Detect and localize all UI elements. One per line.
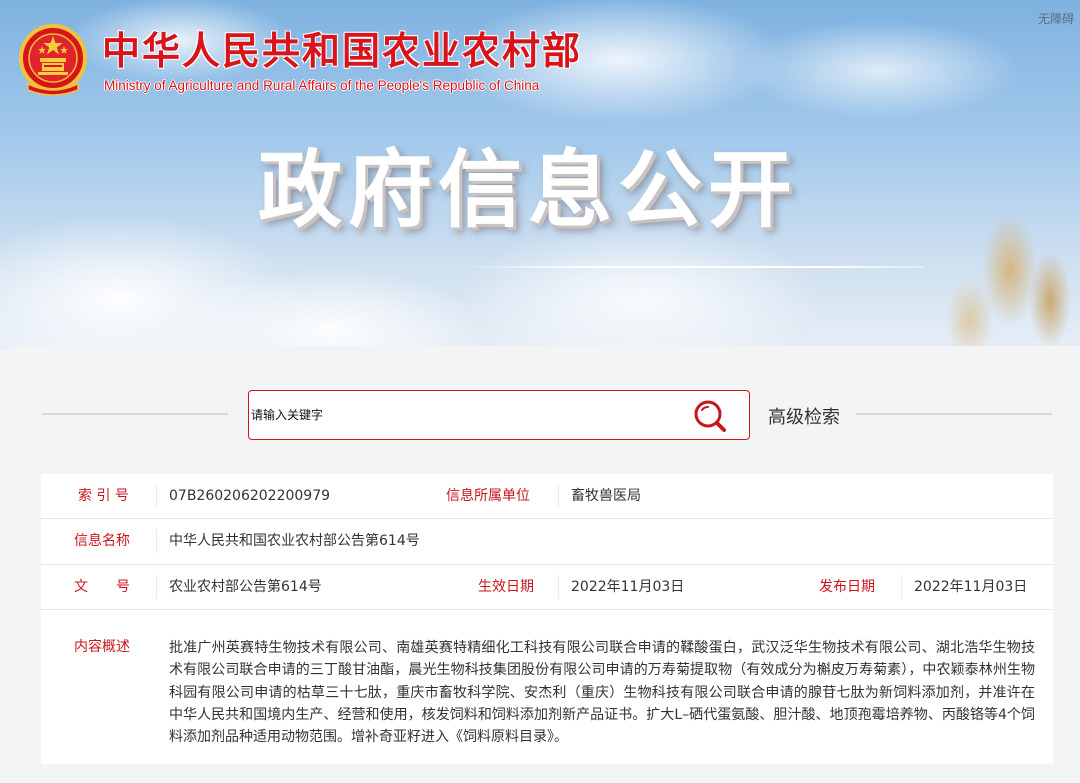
national-emblem-icon[interactable] bbox=[18, 22, 88, 98]
divider bbox=[558, 484, 559, 508]
ministry-name-english: Ministry of Agriculture and Rural Affair… bbox=[104, 78, 540, 93]
wheat-decoration bbox=[880, 150, 1080, 350]
table-row: 信息名称 中华人民共和国农业农村部公告第614号 bbox=[41, 519, 1053, 565]
ministry-name[interactable]: 中华人民共和国农业农村部 bbox=[102, 28, 582, 74]
publish-date-label: 发布日期 bbox=[819, 579, 875, 595]
banner-title: 政府信息公开 bbox=[258, 141, 799, 239]
table-row: 索 引 号 07B260206202200979 信息所属单位 畜牧兽医局 bbox=[41, 474, 1053, 519]
advanced-search-link[interactable]: 高级检索 bbox=[768, 403, 840, 429]
unit-value: 畜牧兽医局 bbox=[571, 488, 641, 504]
table-row: 文 号 农业农村部公告第614号 生效日期 2022年11月03日 发布日期 2… bbox=[41, 565, 1053, 610]
divider bbox=[156, 484, 157, 508]
unit-label: 信息所属单位 bbox=[446, 488, 530, 504]
summary-text: 批准广州英赛特生物技术有限公司、南雄英赛特精细化工科技有限公司联合申请的鞣酸蛋白… bbox=[169, 640, 1035, 746]
info-table: 索 引 号 07B260206202200979 信息所属单位 畜牧兽医局 信息… bbox=[41, 474, 1053, 764]
divider bbox=[156, 529, 157, 553]
divider bbox=[558, 575, 559, 599]
doc-number-value: 农业农村部公告第614号 bbox=[169, 579, 322, 595]
divider bbox=[156, 575, 157, 599]
publish-date-value: 2022年11月03日 bbox=[914, 579, 1028, 595]
name-value: 中华人民共和国农业农村部公告第614号 bbox=[169, 533, 420, 549]
index-value: 07B260206202200979 bbox=[169, 488, 331, 504]
header-banner: 中华人民共和国农业农村部 Ministry of Agriculture and… bbox=[0, 0, 1080, 350]
name-label: 信息名称 bbox=[74, 533, 130, 549]
effective-date-label: 生效日期 bbox=[478, 579, 534, 595]
index-label: 索 引 号 bbox=[78, 488, 129, 504]
title-divider bbox=[458, 266, 924, 268]
effective-date-value: 2022年11月03日 bbox=[571, 579, 685, 595]
doc-number-label: 文 号 bbox=[74, 579, 130, 595]
search-divider-right bbox=[856, 413, 1052, 415]
search-icon[interactable] bbox=[691, 399, 731, 433]
divider bbox=[901, 575, 902, 599]
search-input[interactable] bbox=[249, 391, 681, 439]
search-divider-left bbox=[42, 413, 228, 415]
search-box bbox=[248, 390, 750, 440]
summary-label: 内容概述 bbox=[74, 639, 130, 655]
accessibility-link[interactable]: 无障碍 bbox=[1038, 10, 1078, 27]
main-content: 高级检索 索 引 号 07B260206202200979 信息所属单位 畜牧兽… bbox=[8, 346, 1080, 783]
